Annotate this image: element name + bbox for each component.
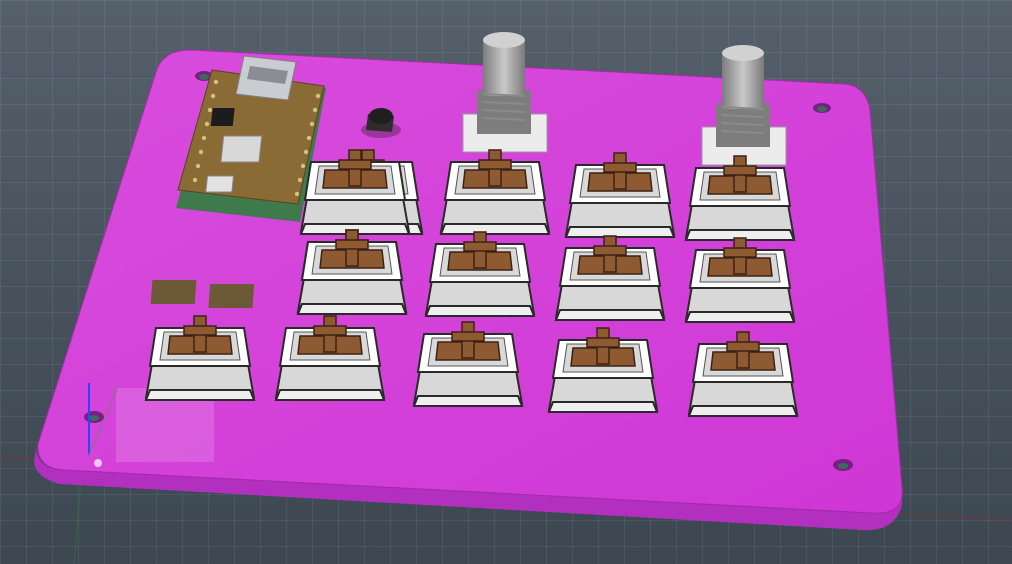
mounting-hole	[813, 103, 831, 113]
chip	[220, 135, 263, 163]
key-switch[interactable]	[424, 231, 536, 317]
mounting-hole	[84, 411, 104, 423]
key-switch[interactable]	[144, 315, 256, 401]
cad-viewport[interactable]	[0, 0, 1012, 564]
key-switch[interactable]	[564, 152, 676, 238]
key-switch[interactable]	[274, 315, 386, 401]
key-switch[interactable]	[684, 155, 796, 241]
key-switch[interactable]	[412, 321, 524, 407]
chip	[210, 108, 235, 126]
usb-c-connector	[235, 55, 297, 101]
key-switch[interactable]	[687, 331, 799, 417]
key-switch[interactable]	[296, 229, 408, 315]
chip	[205, 175, 235, 193]
key-switch[interactable]	[299, 149, 411, 235]
key-switch[interactable]	[684, 237, 796, 323]
macropad-3d-model[interactable]	[0, 0, 1012, 564]
cutout	[208, 284, 255, 308]
key-switch[interactable]	[554, 235, 666, 321]
mounting-hole	[833, 459, 853, 471]
key-switch[interactable]	[547, 327, 659, 413]
cutout	[150, 280, 197, 304]
key-switch[interactable]	[439, 149, 551, 235]
